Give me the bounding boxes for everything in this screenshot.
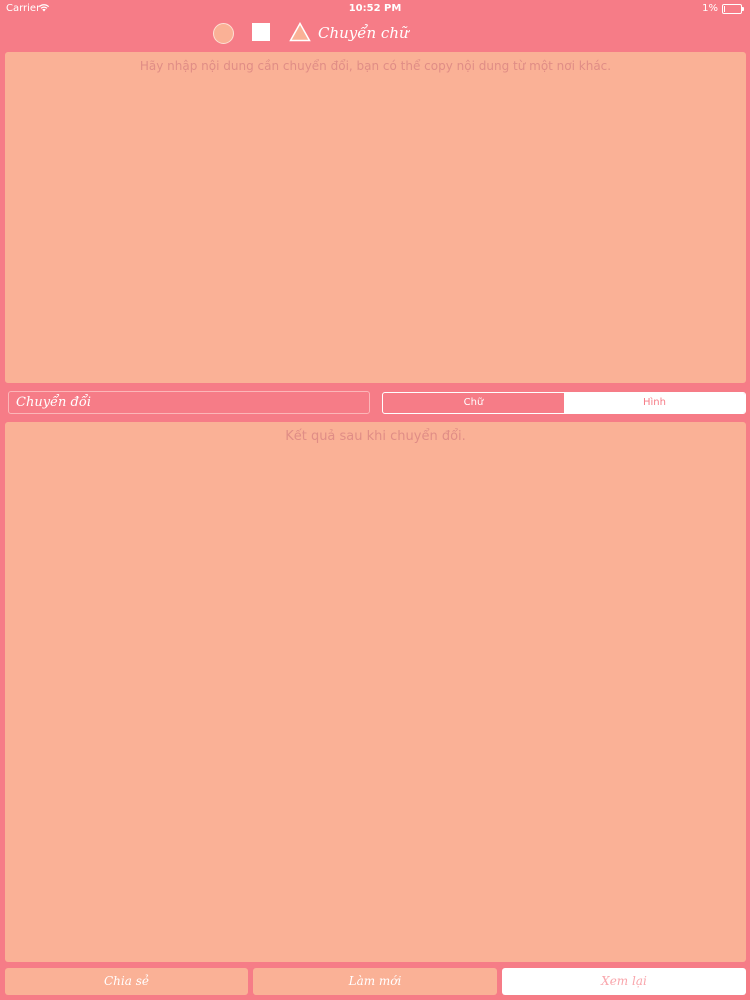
battery-icon: [722, 4, 744, 14]
status-bar: Carrier 10:52 PM 1%: [0, 0, 750, 18]
result-text-area[interactable]: Kết quả sau khi chuyển đổi.: [5, 422, 746, 962]
navigation-bar: Chuyển chữ: [0, 18, 750, 50]
input-text-area[interactable]: Hãy nhập nội dung cần chuyển đổi, bạn có…: [5, 52, 746, 383]
page-title: Chuyển chữ: [318, 24, 409, 42]
triangle-icon[interactable]: [289, 21, 311, 46]
square-icon[interactable]: [252, 23, 270, 41]
convert-button-label: Chuyển đổi: [16, 395, 91, 410]
clock-time: 10:52 PM: [348, 3, 402, 14]
mode-segmented-control[interactable]: Chữ Hình: [382, 392, 746, 414]
segment-image[interactable]: Hình: [564, 393, 745, 413]
result-placeholder: Kết quả sau khi chuyển đổi.: [285, 429, 466, 444]
review-button[interactable]: Xem lại: [502, 968, 746, 995]
battery-percent: 1%: [702, 3, 718, 14]
circle-icon[interactable]: [213, 23, 234, 44]
convert-button[interactable]: Chuyển đổi: [8, 391, 370, 414]
refresh-button[interactable]: Làm mới: [253, 968, 497, 995]
share-button[interactable]: Chia sẻ: [5, 968, 248, 995]
segment-text[interactable]: Chữ: [383, 393, 564, 413]
input-placeholder: Hãy nhập nội dung cần chuyển đổi, bạn có…: [139, 59, 612, 73]
